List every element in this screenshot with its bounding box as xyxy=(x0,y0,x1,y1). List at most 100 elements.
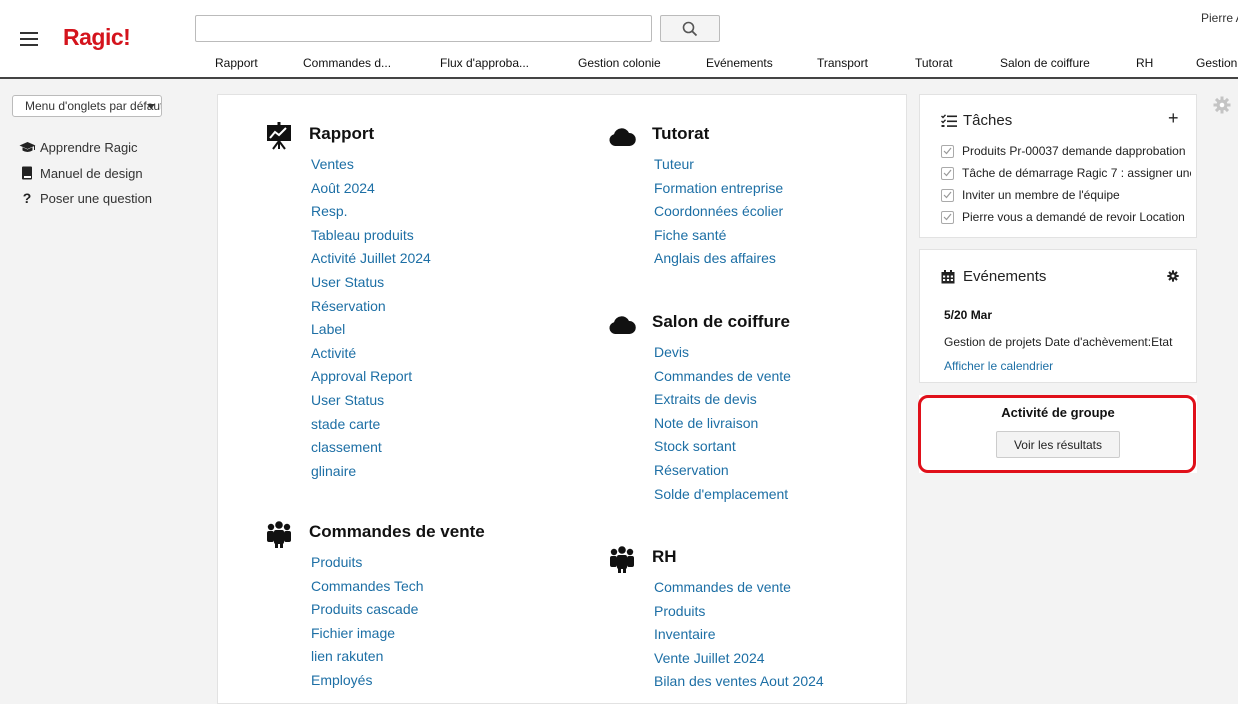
task-checkbox[interactable] xyxy=(941,166,954,180)
question-mark-icon: ? xyxy=(22,190,32,206)
tab-menu-label: Menu d'onglets par défaut xyxy=(25,99,162,113)
view-results-button[interactable]: Voir les résultats xyxy=(996,431,1120,458)
design-manual-link[interactable]: Manuel de design xyxy=(18,165,143,181)
tab-transport[interactable]: Transport xyxy=(817,56,868,70)
link-stock-sortant[interactable]: Stock sortant xyxy=(654,438,791,462)
add-task-button[interactable]: + xyxy=(1168,108,1179,129)
search-input[interactable] xyxy=(195,15,652,42)
hamburger-menu-icon[interactable] xyxy=(18,28,44,50)
section-title-rapport: Rapport xyxy=(309,124,375,143)
tab-salon-de-coiffure[interactable]: Salon de coiffure xyxy=(1000,56,1090,70)
link-user-status-2[interactable]: User Status xyxy=(311,392,431,416)
section-title-rh: RH xyxy=(652,547,677,566)
check-icon xyxy=(943,147,952,155)
link-employes[interactable]: Employés xyxy=(311,672,424,696)
link-activite[interactable]: Activité xyxy=(311,345,431,369)
section-title-commandes-de-vente: Commandes de vente xyxy=(309,522,485,541)
design-manual-label: Manuel de design xyxy=(40,165,143,181)
link-glinaire[interactable]: glinaire xyxy=(311,463,431,487)
link-extraits-de-devis[interactable]: Extraits de devis xyxy=(654,391,791,415)
tasks-title: Tâches xyxy=(963,112,1013,129)
top-header: Ragic! Pierre A Rapport Commandes d... F… xyxy=(0,0,1238,79)
check-icon xyxy=(943,191,952,199)
tab-rapport[interactable]: Rapport xyxy=(215,56,258,70)
search-button[interactable] xyxy=(660,15,720,42)
event-entry[interactable]: Gestion de projets Date d'achèvement:Eta… xyxy=(944,335,1172,349)
link-vente-juillet-2024[interactable]: Vente Juillet 2024 xyxy=(654,650,824,674)
link-reservation-salon[interactable]: Réservation xyxy=(654,462,791,486)
tab-tutorat[interactable]: Tutorat xyxy=(915,56,953,70)
link-tableau-produits[interactable]: Tableau produits xyxy=(311,227,431,251)
group-icon xyxy=(610,546,634,573)
link-produits-cascade[interactable]: Produits cascade xyxy=(311,601,424,625)
link-approval-report[interactable]: Approval Report xyxy=(311,368,431,392)
tab-commandes[interactable]: Commandes d... xyxy=(303,56,391,70)
learn-ragic-label: Apprendre Ragic xyxy=(40,139,138,155)
link-fichier-image[interactable]: Fichier image xyxy=(311,625,424,649)
events-settings-gear-icon[interactable] xyxy=(1167,270,1179,282)
main-panel: Rapport Ventes Août 2024 Resp. Tableau p… xyxy=(217,94,907,704)
task-label[interactable]: Pierre vous a demandé de revoir Location xyxy=(962,210,1185,224)
link-lien-rakuten[interactable]: lien rakuten xyxy=(311,648,424,672)
check-icon xyxy=(943,169,952,177)
link-commandes-de-vente[interactable]: Commandes de vente xyxy=(654,368,791,392)
task-label[interactable]: Inviter un membre de l'équipe xyxy=(962,188,1120,202)
events-card: Evénements 5/20 Mar Gestion de projets D… xyxy=(919,249,1197,383)
group-icon xyxy=(267,521,291,548)
link-coordonnees-ecolier[interactable]: Coordonnées écolier xyxy=(654,203,783,227)
link-activite-juillet-2024[interactable]: Activité Juillet 2024 xyxy=(311,250,431,274)
link-produits[interactable]: Produits xyxy=(311,554,424,578)
link-user-status[interactable]: User Status xyxy=(311,274,431,298)
search-icon xyxy=(682,21,698,36)
tab-gestion[interactable]: Gestion xyxy=(1196,56,1237,70)
user-name[interactable]: Pierre A xyxy=(1201,11,1238,25)
tab-rh[interactable]: RH xyxy=(1136,56,1153,70)
link-label[interactable]: Label xyxy=(311,321,431,345)
graduation-cap-icon xyxy=(18,139,36,155)
link-tuteur[interactable]: Tuteur xyxy=(654,156,783,180)
link-formation-entreprise[interactable]: Formation entreprise xyxy=(654,180,783,204)
task-label[interactable]: Produits Pr-00037 demande dapprobation xyxy=(962,144,1186,158)
chevron-down-icon xyxy=(147,104,155,109)
link-ventes[interactable]: Ventes xyxy=(311,156,431,180)
task-checkbox[interactable] xyxy=(941,210,954,224)
task-checkbox[interactable] xyxy=(941,144,954,158)
tab-gestion-colonie[interactable]: Gestion colonie xyxy=(578,56,661,70)
tab-evenements[interactable]: Evénements xyxy=(706,56,773,70)
presentation-chart-icon xyxy=(267,122,291,150)
link-reservation[interactable]: Réservation xyxy=(311,298,431,322)
book-icon xyxy=(18,165,36,181)
show-calendar-link[interactable]: Afficher le calendrier xyxy=(944,359,1053,373)
link-fiche-sante[interactable]: Fiche santé xyxy=(654,227,783,251)
tab-flux-approbation[interactable]: Flux d'approba... xyxy=(440,56,529,70)
ask-question-link[interactable]: ? Poser une question xyxy=(18,190,152,206)
event-date: 5/20 Mar xyxy=(944,308,993,322)
ragic-logo[interactable]: Ragic! xyxy=(63,24,131,51)
link-inventaire[interactable]: Inventaire xyxy=(654,626,824,650)
link-bilan-ventes-aout-2024[interactable]: Bilan des ventes Aout 2024 xyxy=(654,673,824,697)
link-rh-commandes-de-vente[interactable]: Commandes de vente xyxy=(654,579,824,603)
tab-menu-dropdown[interactable]: Menu d'onglets par défaut xyxy=(12,95,162,117)
section-title-salon-de-coiffure: Salon de coiffure xyxy=(652,312,790,331)
link-stade-carte[interactable]: stade carte xyxy=(311,416,431,440)
link-resp[interactable]: Resp. xyxy=(311,203,431,227)
settings-gear-icon[interactable] xyxy=(1213,96,1231,114)
cloud-icon xyxy=(609,128,636,146)
link-solde-emplacement[interactable]: Solde d'emplacement xyxy=(654,486,791,510)
link-rh-produits[interactable]: Produits xyxy=(654,603,824,627)
link-devis[interactable]: Devis xyxy=(654,344,791,368)
learn-ragic-link[interactable]: Apprendre Ragic xyxy=(18,139,138,155)
link-classement[interactable]: classement xyxy=(311,439,431,463)
link-note-de-livraison[interactable]: Note de livraison xyxy=(654,415,791,439)
task-item: Produits Pr-00037 demande dapprobation xyxy=(941,144,1191,158)
checklist-icon xyxy=(941,114,957,127)
tasks-card: Tâches + Produits Pr-00037 demande dappr… xyxy=(919,94,1197,238)
link-aout-2024[interactable]: Août 2024 xyxy=(311,180,431,204)
task-label[interactable]: Tâche de démarrage Ragic 7 : assigner un… xyxy=(962,166,1191,180)
group-activity-card: Activité de groupe Voir les résultats xyxy=(919,395,1197,473)
link-anglais-des-affaires[interactable]: Anglais des affaires xyxy=(654,250,783,274)
group-activity-title: Activité de groupe xyxy=(1001,405,1115,420)
link-commandes-tech[interactable]: Commandes Tech xyxy=(311,578,424,602)
task-item: Pierre vous a demandé de revoir Location xyxy=(941,210,1191,224)
task-checkbox[interactable] xyxy=(941,188,954,202)
